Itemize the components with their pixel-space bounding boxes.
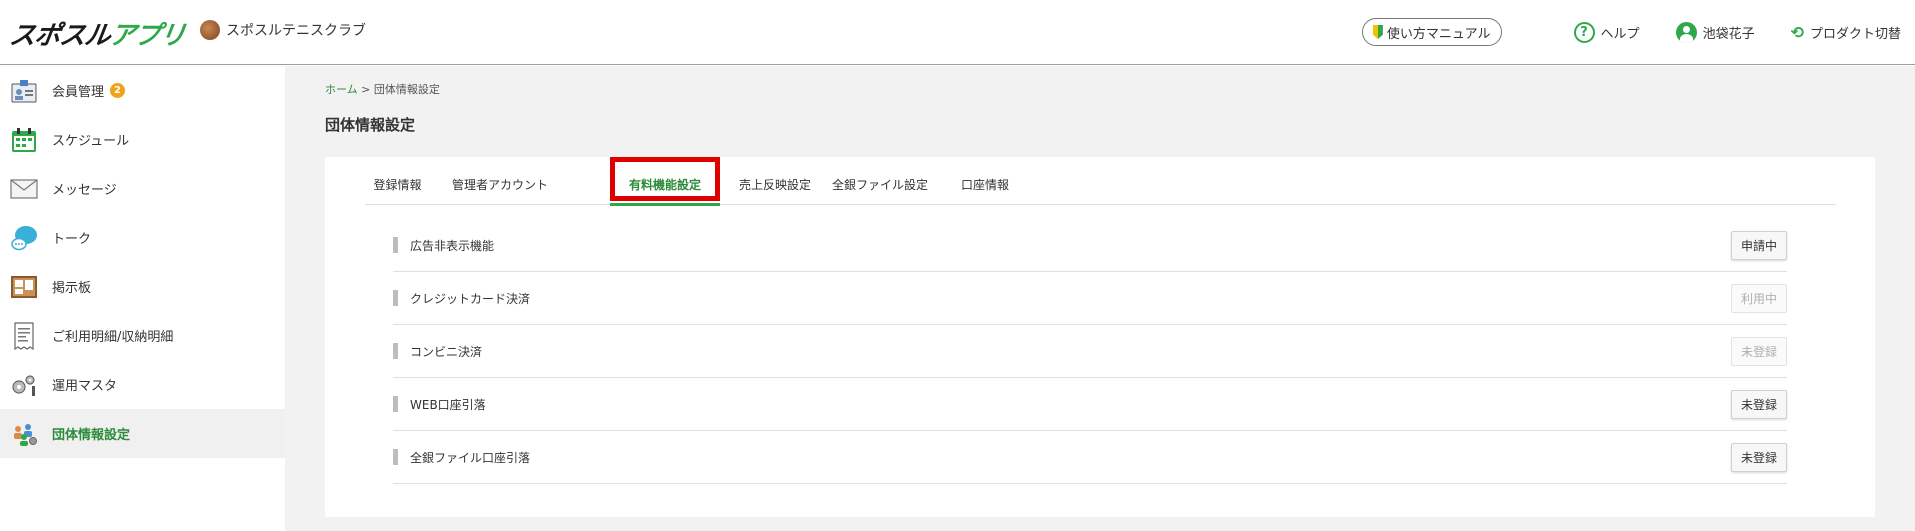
product-switch-link[interactable]: ⟲ プロダクト切替 — [1791, 23, 1901, 42]
settings-card: 登録情報 管理者アカウント 有料機能設定 売上反映設定 全銀ファイル設定 口座情… — [325, 157, 1875, 517]
sidebar-item-master[interactable]: 運用マスタ — [0, 360, 285, 409]
breadcrumb-separator: > — [361, 83, 371, 96]
sidebar-item-label: 運用マスタ — [52, 379, 118, 394]
row-marker — [393, 343, 398, 359]
user-menu[interactable]: 池袋花子 — [1675, 21, 1755, 43]
breadcrumb: ホーム > 団体情報設定 — [325, 81, 440, 97]
help-link[interactable]: ? ヘルプ — [1573, 21, 1640, 43]
help-icon: ? — [1573, 21, 1595, 43]
sidebar-item-group-settings[interactable]: 団体情報設定 — [0, 409, 285, 458]
header-actions: 使い方マニュアル ? ヘルプ 池袋花子 ⟲ プロダクト切替 — [1361, 18, 1901, 46]
user-name: 池袋花子 — [1702, 26, 1755, 42]
app-logo[interactable]: スポスルアプリ — [7, 14, 187, 52]
group-settings-icon — [10, 420, 38, 448]
feature-row-convenience-store: コンビニ決済 未登録 — [393, 325, 1787, 378]
logo-accent-text: アプリ — [107, 20, 187, 51]
gears-icon — [10, 371, 38, 399]
sidebar-item-label: トーク — [52, 232, 92, 247]
row-marker — [393, 290, 398, 306]
feature-row-zengin-debit: 全銀ファイル口座引落 未登録 — [393, 431, 1787, 484]
sidebar: 会員管理 2 スケジュール メッセージ トーク 掲示板 ご利用明細/収納明細 運… — [0, 66, 285, 531]
chat-bubble-icon — [10, 224, 38, 252]
switch-icon: ⟲ — [1790, 22, 1804, 42]
breadcrumb-home-link[interactable]: ホーム — [325, 83, 358, 96]
sidebar-item-members[interactable]: 会員管理 2 — [0, 66, 285, 115]
receipt-icon — [10, 321, 38, 350]
club-name: スポスルテニスクラブ — [226, 23, 366, 39]
sidebar-item-label: スケジュール — [52, 134, 130, 149]
breadcrumb-current: 団体情報設定 — [373, 83, 440, 96]
app-header: スポスルアプリ スポスルテニスクラブ 使い方マニュアル ? ヘルプ 池袋花子 ⟲… — [0, 0, 1915, 65]
user-icon — [1675, 21, 1697, 43]
status-button[interactable]: 未登録 — [1730, 443, 1787, 472]
club-avatar-icon — [200, 20, 220, 40]
feature-row-web-debit: WEB口座引落 未登録 — [393, 378, 1787, 431]
sidebar-item-message[interactable]: メッセージ — [0, 164, 285, 213]
tab-paid-features[interactable]: 有料機能設定 — [610, 157, 720, 206]
sidebar-item-label: ご利用明細/収納明細 — [52, 330, 174, 345]
feature-list: 広告非表示機能 申請中 クレジットカード決済 利用中 コンビニ決済 未登録 WE… — [393, 219, 1787, 484]
envelope-icon — [10, 175, 38, 203]
status-button: 未登録 — [1730, 337, 1787, 366]
bulletin-board-icon — [10, 273, 38, 301]
beginner-mark-icon — [1372, 25, 1383, 39]
sidebar-item-statement[interactable]: ご利用明細/収納明細 — [0, 311, 285, 360]
notification-badge: 2 — [110, 83, 126, 98]
manual-button[interactable]: 使い方マニュアル — [1361, 18, 1502, 46]
sidebar-item-schedule[interactable]: スケジュール — [0, 115, 285, 164]
tab-sales-reflection[interactable]: 売上反映設定 — [735, 157, 815, 205]
row-marker — [393, 396, 398, 412]
tab-registration[interactable]: 登録情報 — [365, 157, 430, 205]
sidebar-item-label: メッセージ — [52, 183, 117, 198]
club-selector[interactable]: スポスルテニスクラブ — [200, 20, 366, 40]
feature-row-credit-card: クレジットカード決済 利用中 — [393, 272, 1787, 325]
feature-label: 全銀ファイル口座引落 — [410, 450, 531, 465]
member-card-icon — [10, 77, 38, 105]
sidebar-item-talk[interactable]: トーク — [0, 213, 285, 262]
tab-admin-account[interactable]: 管理者アカウント — [445, 157, 555, 205]
row-marker — [393, 237, 398, 253]
tab-account-info[interactable]: 口座情報 — [950, 157, 1020, 205]
sidebar-item-label: 団体情報設定 — [52, 428, 131, 443]
feature-label: クレジットカード決済 — [410, 291, 531, 306]
sidebar-item-bulletin[interactable]: 掲示板 — [0, 262, 285, 311]
main-content: ホーム > 団体情報設定 団体情報設定 登録情報 管理者アカウント 有料機能設定… — [285, 66, 1915, 531]
tab-zengin-file[interactable]: 全銀ファイル設定 — [825, 157, 935, 205]
tab-bar: 登録情報 管理者アカウント 有料機能設定 売上反映設定 全銀ファイル設定 口座情… — [365, 157, 1836, 206]
product-switch-label: プロダクト切替 — [1809, 26, 1901, 42]
page-title: 団体情報設定 — [325, 116, 416, 134]
status-button: 利用中 — [1730, 284, 1787, 313]
status-button[interactable]: 申請中 — [1730, 231, 1787, 260]
feature-row-ad-hide: 広告非表示機能 申請中 — [393, 219, 1787, 272]
feature-label: コンビニ決済 — [410, 344, 483, 359]
status-button[interactable]: 未登録 — [1730, 390, 1787, 419]
logo-main-text: スポスル — [7, 20, 112, 51]
help-label: ヘルプ — [1600, 26, 1640, 42]
sidebar-item-label: 会員管理 — [52, 85, 105, 100]
row-marker — [393, 449, 398, 465]
feature-label: 広告非表示機能 — [410, 238, 495, 253]
calendar-icon — [10, 126, 38, 154]
sidebar-item-label: 掲示板 — [52, 281, 92, 296]
manual-label: 使い方マニュアル — [1386, 26, 1491, 42]
feature-label: WEB口座引落 — [410, 397, 486, 412]
